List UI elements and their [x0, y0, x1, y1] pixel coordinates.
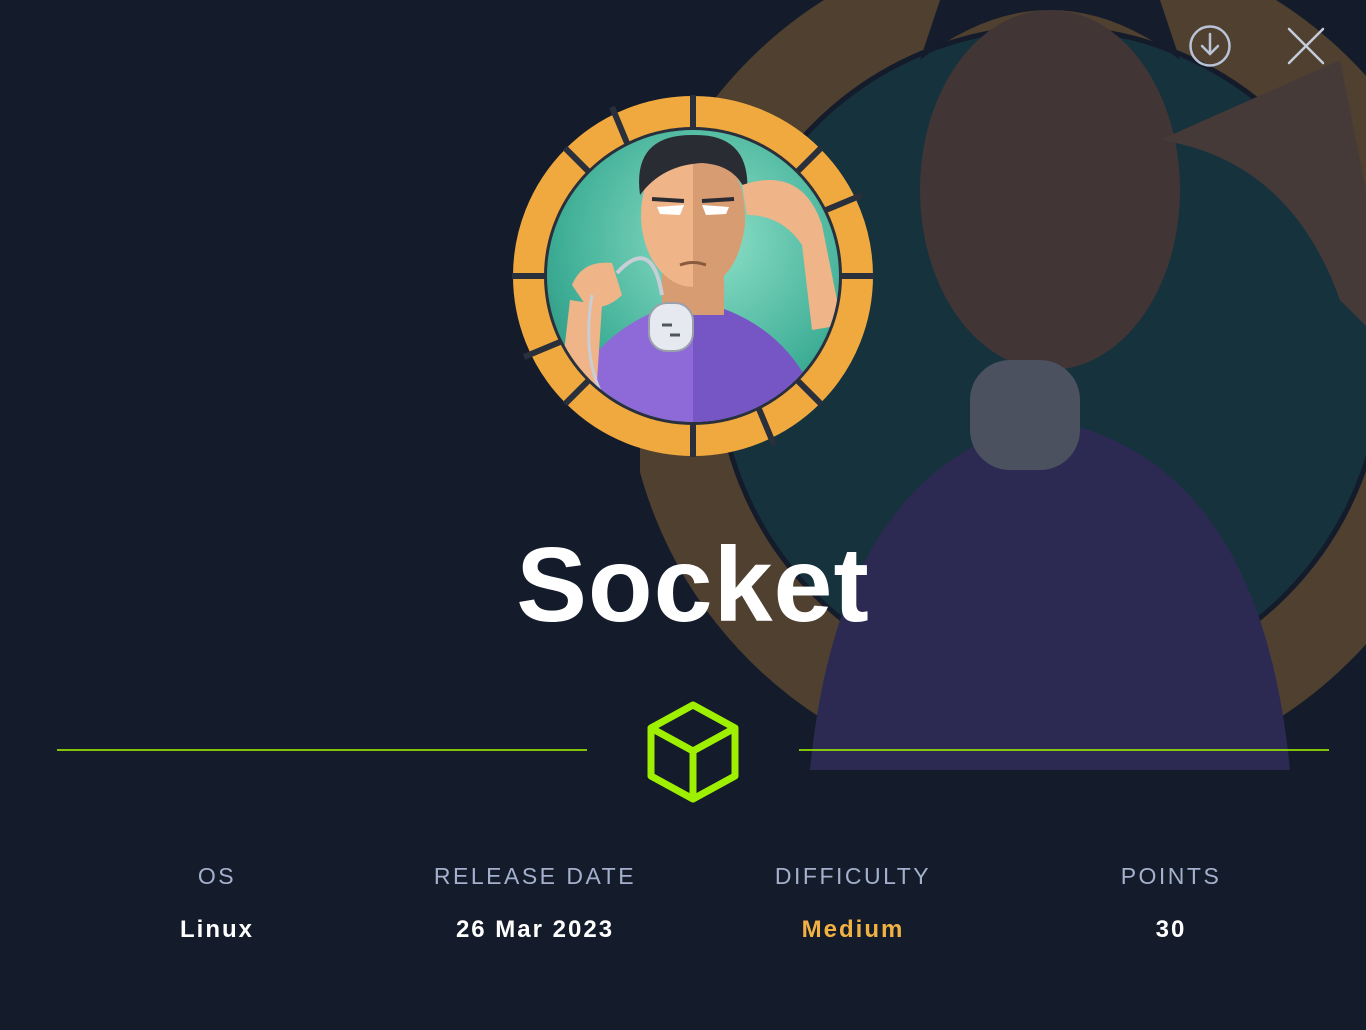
machine-card: Socket OS Linux RELEASE DATE 26 Mar 2023…: [0, 0, 1366, 1030]
stat-release-date-value: 26 Mar 2023: [455, 916, 615, 943]
stat-points-label: POINTS: [1120, 863, 1222, 889]
stat-difficulty-value: Medium: [801, 916, 905, 943]
machine-stats: OS Linux RELEASE DATE 26 Mar 2023 DIFFIC…: [57, 860, 1329, 960]
stat-points-value: 30: [1155, 916, 1187, 943]
machine-name-title: Socket: [516, 526, 870, 644]
cube-icon: [647, 701, 739, 803]
stat-release-date-label: RELEASE DATE: [433, 863, 637, 889]
stat-difficulty: DIFFICULTY Medium: [693, 860, 1013, 946]
machine-avatar: [512, 95, 874, 457]
stat-os-value: Linux: [180, 916, 254, 943]
close-icon[interactable]: [1282, 22, 1330, 70]
stat-os: OS Linux: [57, 860, 377, 946]
stat-os-label: OS: [197, 863, 237, 889]
stat-difficulty-label: DIFFICULTY: [774, 863, 932, 889]
stat-points: POINTS 30: [1011, 860, 1331, 946]
top-actions: [1166, 22, 1366, 74]
stat-release-date: RELEASE DATE 26 Mar 2023: [375, 860, 695, 946]
divider-right: [799, 749, 1329, 751]
download-icon[interactable]: [1186, 22, 1234, 70]
divider-left: [57, 749, 587, 751]
